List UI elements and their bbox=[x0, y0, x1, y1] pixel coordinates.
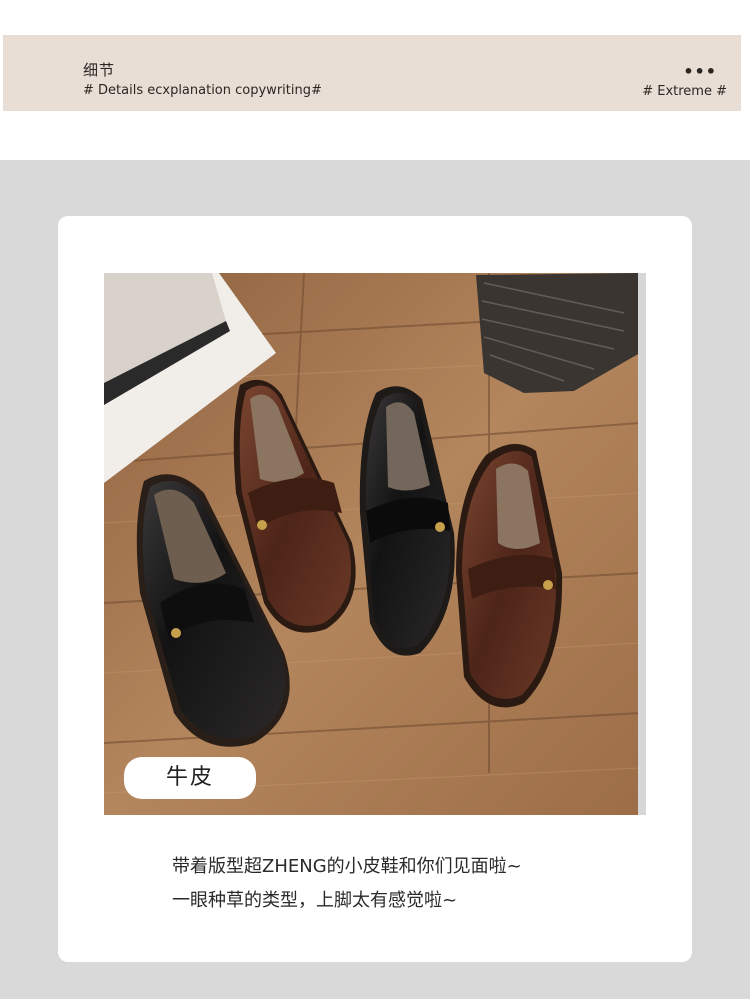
loafers-illustration bbox=[104, 273, 640, 815]
photo-edge bbox=[638, 273, 646, 815]
section-title: 细节 bbox=[83, 61, 116, 79]
more-dots-icon: ••• bbox=[683, 62, 717, 81]
product-photo bbox=[104, 273, 640, 815]
section-subtitle: # Details ecxplanation copywriting# bbox=[83, 83, 322, 98]
caption-line-2: 一眼种草的类型，上脚太有感觉啦~ bbox=[172, 890, 458, 911]
header-banner: 细节 # Details ecxplanation copywriting# •… bbox=[3, 35, 741, 111]
product-caption: 带着版型超ZHENG的小皮鞋和你们见面啦~ 一眼种草的类型，上脚太有感觉啦~ bbox=[172, 850, 652, 918]
extreme-tag: # Extreme # bbox=[642, 84, 727, 99]
caption-line-1: 带着版型超ZHENG的小皮鞋和你们见面啦~ bbox=[172, 856, 522, 877]
material-badge: 牛皮 bbox=[124, 757, 256, 799]
